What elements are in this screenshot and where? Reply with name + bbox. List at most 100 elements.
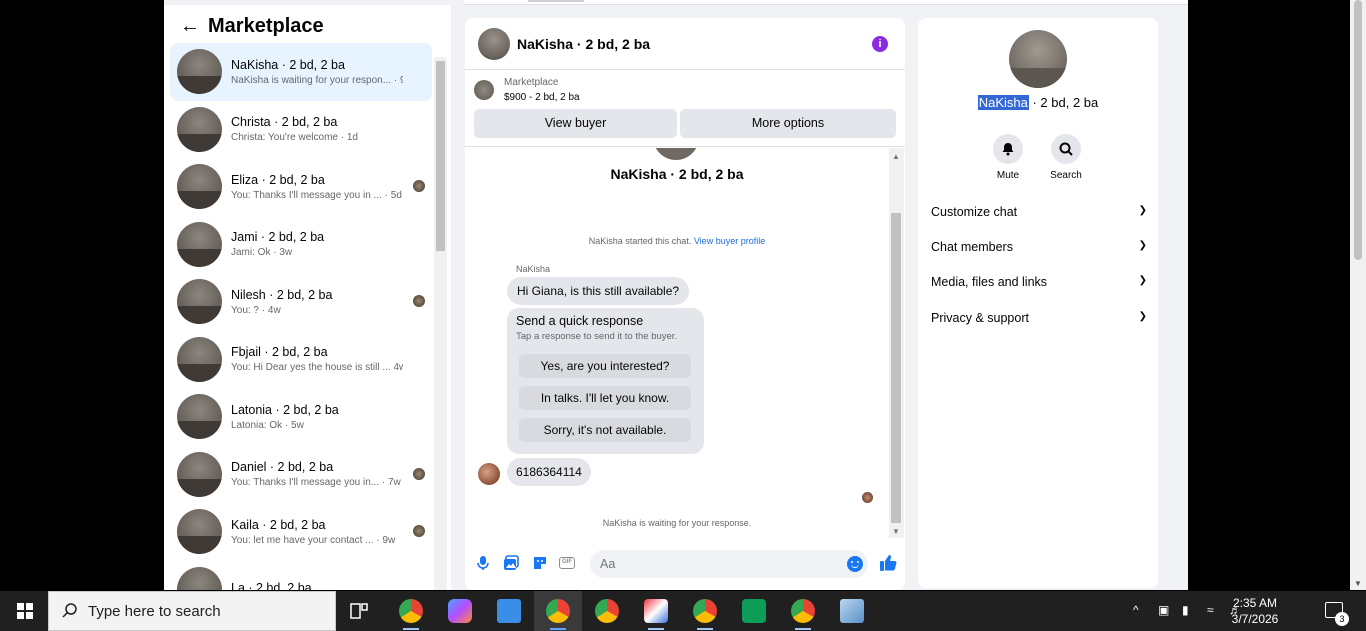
page-scrollbar[interactable]: ▼ [1350,0,1366,590]
conversation-snippet: You: Thanks I'll message you in ... · 5d [231,189,402,201]
conversation-list: NaKisha · 2 bd, 2 ba NaKisha is waiting f… [170,43,432,590]
chevron-up-icon[interactable]: ^ [1133,603,1139,617]
list-item[interactable]: La · 2 bd, 2 ba [170,561,432,590]
seen-avatar [413,180,425,192]
running-indicator [648,628,664,630]
paint-icon[interactable] [644,599,668,623]
list-item[interactable]: Latonia · 2 bd, 2 ba Latonia: Ok · 5w [170,388,432,446]
conversation-name: Daniel · 2 bd, 2 ba [231,460,334,475]
customize-chat-section[interactable]: Customize chat ❯ [931,205,1147,219]
search-icon [62,603,77,618]
battery-icon[interactable]: ▮ [1182,603,1189,617]
image-icon[interactable] [502,554,520,572]
list-item[interactable]: NaKisha · 2 bd, 2 ba NaKisha is waiting f… [170,43,432,101]
list-item[interactable]: Kaila · 2 bd, 2 ba You: let me have your … [170,503,432,561]
running-indicator [550,628,566,630]
avatar [177,106,222,152]
meet-now-icon[interactable]: ▣ [1158,603,1169,617]
seen-avatar [413,295,425,307]
microphone-icon[interactable] [474,554,492,572]
notepad-icon[interactable] [840,599,864,623]
started-text: NaKisha started this chat. [588,236,692,246]
windows-taskbar: Type here to search ^ ▣ ▮ ≈ ♬ 2:35 AM 3/… [0,591,1366,631]
windows-start-icon[interactable] [17,603,33,619]
search-label: Search [1050,170,1082,181]
taskbar-clock[interactable]: 2:35 AM 3/7/2026 [1224,595,1286,627]
avatar [177,336,222,382]
mute-label: Mute [996,170,1020,181]
back-arrow-icon[interactable]: ← [180,15,208,38]
conversation-name: La · 2 bd, 2 ba [231,580,312,590]
section-label: Customize chat [931,205,1018,219]
chat-started-notice: NaKisha started this chat. View buyer pr… [465,236,889,246]
list-item[interactable]: Fbjail · 2 bd, 2 ba You: Hi Dear yes the … [170,331,432,389]
chat-name: NaKisha · 2 bd, 2 ba [610,166,744,182]
sender-name: NaKisha [516,264,551,274]
seen-avatar [413,467,425,480]
info-icon[interactable]: i [872,36,888,52]
search-button[interactable]: Search [1036,134,1096,181]
chat-header-title[interactable]: NaKisha · 2 bd, 2 ba [517,36,650,52]
clock-date: 3/7/2026 [1231,612,1279,626]
more-options-button[interactable]: More options [680,109,896,138]
message-thread: NaKisha · 2 bd, 2 ba NaKisha started thi… [465,148,905,538]
chrome-icon[interactable] [791,599,815,623]
avatar[interactable] [1009,30,1067,88]
list-item[interactable]: Eliza · 2 bd, 2 ba You: Thanks I'll messa… [170,158,432,216]
conversation-snippet: You: Hi Dear yes the house is still ... … [231,362,403,374]
scroll-up-icon[interactable]: ▲ [892,152,900,161]
view-buyer-profile-link[interactable]: View buyer profile [694,236,765,246]
list-item[interactable]: Daniel · 2 bd, 2 ba You: Thanks I'll mess… [170,446,432,504]
chrome-icon[interactable] [693,599,717,623]
voicemail-icon[interactable] [742,599,766,623]
conversation-name: Christa · 2 bd, 2 ba [231,115,338,130]
chat-members-section[interactable]: Chat members ❯ [931,240,1147,254]
sidebar-scrollbar[interactable] [434,57,447,590]
task-view-icon[interactable] [349,601,369,621]
sticker-icon[interactable] [531,554,549,572]
wifi-icon[interactable]: ≈ [1207,603,1214,617]
seen-avatar [862,492,873,503]
emoji-icon[interactable] [847,556,863,572]
thumbs-up-icon[interactable] [878,553,898,573]
view-buyer-button[interactable]: View buyer [474,109,677,138]
message-input[interactable] [590,550,868,578]
chrome-icon[interactable] [546,599,570,623]
listing-detail: $900 - 2 bd, 2 ba [504,92,580,103]
message-composer: GIF [465,546,905,582]
chat-details-panel: NaKisha · 2 bd, 2 ba Mute Search Customi… [918,18,1158,588]
quick-response-option[interactable]: In talks. I'll let you know. [519,386,691,410]
contact-name: NaKisha · 2 bd, 2 ba [918,95,1158,110]
gif-label: GIF [559,557,575,569]
gif-icon[interactable]: GIF [559,554,577,572]
taskbar-search[interactable]: Type here to search [48,591,336,631]
contact-name-rest: · 2 bd, 2 ba [1028,95,1099,110]
list-item[interactable]: Nilesh · 2 bd, 2 ba You: ? · 4w [170,273,432,331]
scroll-down-icon[interactable]: ▼ [1354,579,1362,588]
chat-scrollbar[interactable]: ▲ ▼ [889,148,904,538]
quick-response-card: Send a quick response Tap a response to … [507,308,704,454]
quick-response-option[interactable]: Sorry, it's not available. [519,418,691,442]
avatar [177,49,222,95]
listing-label: Marketplace [504,77,559,88]
media-files-links-section[interactable]: Media, files and links ❯ [931,275,1147,289]
page-title: Marketplace [208,15,324,37]
scroll-down-icon[interactable]: ▼ [892,527,900,536]
listing-thumbnail [474,80,494,100]
chevron-down-icon: ❯ [1138,205,1147,216]
mute-button[interactable]: Mute [978,134,1038,181]
chrome-icon[interactable] [595,599,619,623]
privacy-support-section[interactable]: Privacy & support ❯ [931,311,1147,325]
chrome-icon[interactable] [399,599,423,623]
conversation-snippet: NaKisha is waiting for your respon... · … [231,74,403,86]
waiting-notice: NaKisha is waiting for your response. [602,518,752,528]
chat-header: NaKisha · 2 bd, 2 ba i [465,18,905,70]
avatar[interactable] [478,27,510,60]
section-label: Privacy & support [931,311,1029,325]
mail-icon[interactable] [497,599,521,623]
quick-response-option[interactable]: Yes, are you interested? [519,354,691,378]
copilot-icon[interactable] [448,599,472,623]
list-item[interactable]: Jami · 2 bd, 2 ba Jami: Ok · 3w [170,216,432,274]
list-item[interactable]: Christa · 2 bd, 2 ba Christa: You're welc… [170,101,432,159]
taskbar-search-placeholder: Type here to search [88,603,221,620]
